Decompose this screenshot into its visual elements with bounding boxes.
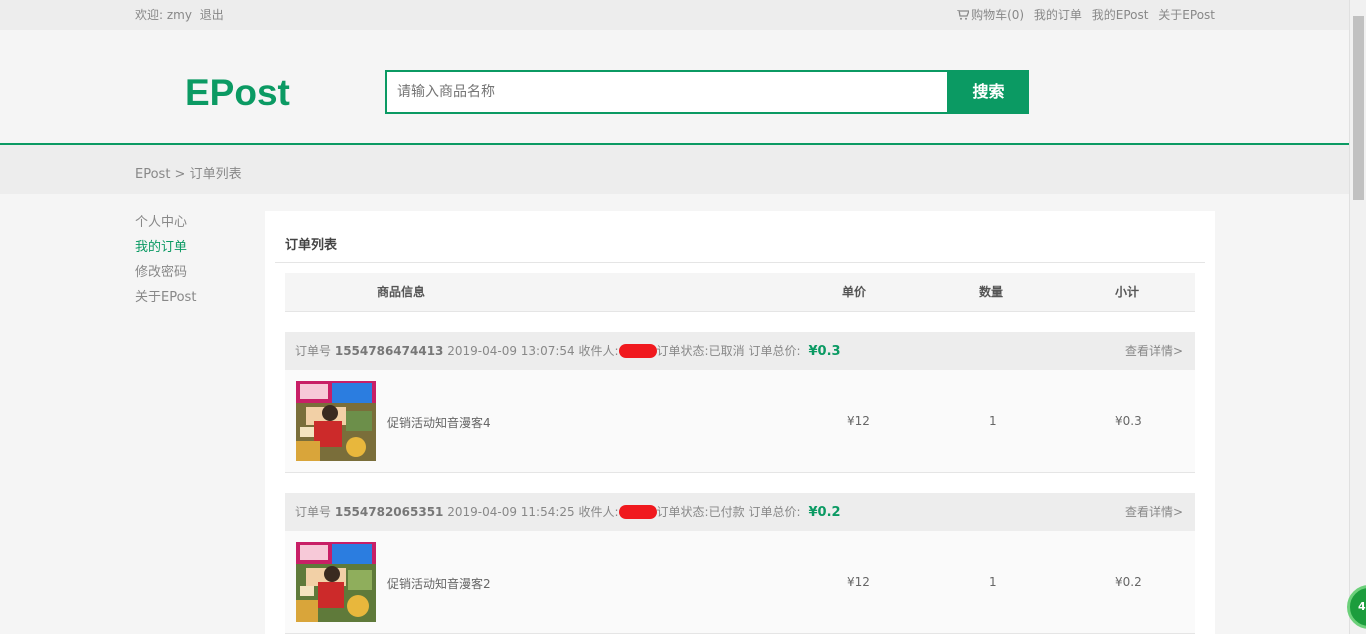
view-details-link[interactable]: 查看详情> <box>1125 332 1183 370</box>
order-header: 订单号 1554786474413 2019-04-09 13:07:54 收件… <box>285 332 1195 370</box>
my-epost-link[interactable]: 我的EPost <box>1092 8 1149 22</box>
product-name[interactable]: 促销活动知音漫客4 <box>387 414 491 431</box>
cart-link[interactable]: 购物车(0) <box>957 8 1024 22</box>
logo[interactable]: EPost <box>185 72 290 114</box>
sidebar-item-password[interactable]: 修改密码 <box>135 264 196 289</box>
welcome-area: 欢迎: zmy 退出 <box>135 0 228 30</box>
sidebar: 个人中心 我的订单 修改密码 关于EPost <box>135 214 196 314</box>
recipient-label: 收件人: <box>578 505 619 519</box>
order-total: ¥0.2 <box>808 505 841 520</box>
sidebar-item-about[interactable]: 关于EPost <box>135 289 196 314</box>
redaction-mark <box>618 505 657 519</box>
order-total: ¥0.3 <box>808 344 841 359</box>
order-datetime: 2019-04-09 13:07:54 <box>447 344 575 358</box>
quantity: 1 <box>989 414 997 428</box>
sidebar-item-orders[interactable]: 我的订单 <box>135 239 196 264</box>
top-bar: 欢迎: zmy 退出 购物车(0) 我的订单 我的EPost 关于EPost <box>0 0 1366 30</box>
quantity: 1 <box>989 575 997 589</box>
page-title: 订单列表 <box>285 238 338 253</box>
total-label: 订单总价: <box>748 344 801 358</box>
search-button[interactable]: 搜索 <box>948 70 1029 114</box>
total-label: 订单总价: <box>748 505 801 519</box>
product-thumbnail[interactable] <box>296 381 376 461</box>
scrollbar-thumb[interactable] <box>1353 16 1364 200</box>
table-header: 商品信息 单价 数量 小计 <box>285 273 1195 312</box>
recipient-label: 收件人: <box>578 344 619 358</box>
search-input[interactable] <box>387 72 947 112</box>
product-name[interactable]: 促销活动知音漫客2 <box>387 575 491 592</box>
top-nav: 购物车(0) 我的订单 我的EPost 关于EPost <box>951 0 1215 30</box>
column-header-price: 单价 <box>842 285 867 299</box>
order-status: 已付款 <box>708 505 745 519</box>
search-box <box>385 70 949 114</box>
subtotal: ¥0.2 <box>1115 575 1142 589</box>
order-header: 订单号 1554782065351 2019-04-09 11:54:25 收件… <box>285 493 1195 531</box>
order-id-label: 订单号 <box>295 344 332 358</box>
status-label: 订单状态: <box>656 344 709 358</box>
unit-price: ¥12 <box>847 414 870 428</box>
sidebar-item-profile[interactable]: 个人中心 <box>135 214 196 239</box>
product-thumbnail[interactable] <box>296 542 376 622</box>
order-id-label: 订单号 <box>295 505 332 519</box>
logout-link[interactable]: 退出 <box>200 8 224 22</box>
column-header-product: 商品信息 <box>377 285 426 299</box>
order-list-panel: 订单列表 商品信息 单价 数量 小计 订单号 1554786474413 201… <box>265 211 1215 634</box>
status-label: 订单状态: <box>656 505 709 519</box>
order-datetime: 2019-04-09 11:54:25 <box>447 505 575 519</box>
welcome-text: 欢迎: zmy <box>135 8 192 22</box>
scrollbar[interactable] <box>1349 0 1366 634</box>
divider <box>275 262 1205 263</box>
my-orders-link[interactable]: 我的订单 <box>1034 8 1082 22</box>
about-link[interactable]: 关于EPost <box>1158 8 1215 22</box>
column-header-qty: 数量 <box>979 285 1004 299</box>
cart-label: 购物车(0) <box>971 8 1025 22</box>
view-details-link[interactable]: 查看详情> <box>1125 493 1183 531</box>
order-id: 1554786474413 <box>334 344 444 358</box>
order-item-row: 促销活动知音漫客2 ¥12 1 ¥0.2 <box>285 531 1195 634</box>
cart-icon <box>957 10 970 20</box>
order-id: 1554782065351 <box>334 505 444 519</box>
unit-price: ¥12 <box>847 575 870 589</box>
header: EPost 搜索 <box>0 30 1366 145</box>
breadcrumb: EPost > 订单列表 <box>135 167 242 182</box>
order-status: 已取消 <box>708 344 745 358</box>
column-header-subtotal: 小计 <box>1115 285 1140 299</box>
order-card: 订单号 1554782065351 2019-04-09 11:54:25 收件… <box>285 493 1195 634</box>
order-item-row: 促销活动知音漫客4 ¥12 1 ¥0.3 <box>285 370 1195 473</box>
redaction-mark <box>618 344 657 358</box>
order-card: 订单号 1554786474413 2019-04-09 13:07:54 收件… <box>285 332 1195 473</box>
subtotal: ¥0.3 <box>1115 414 1142 428</box>
